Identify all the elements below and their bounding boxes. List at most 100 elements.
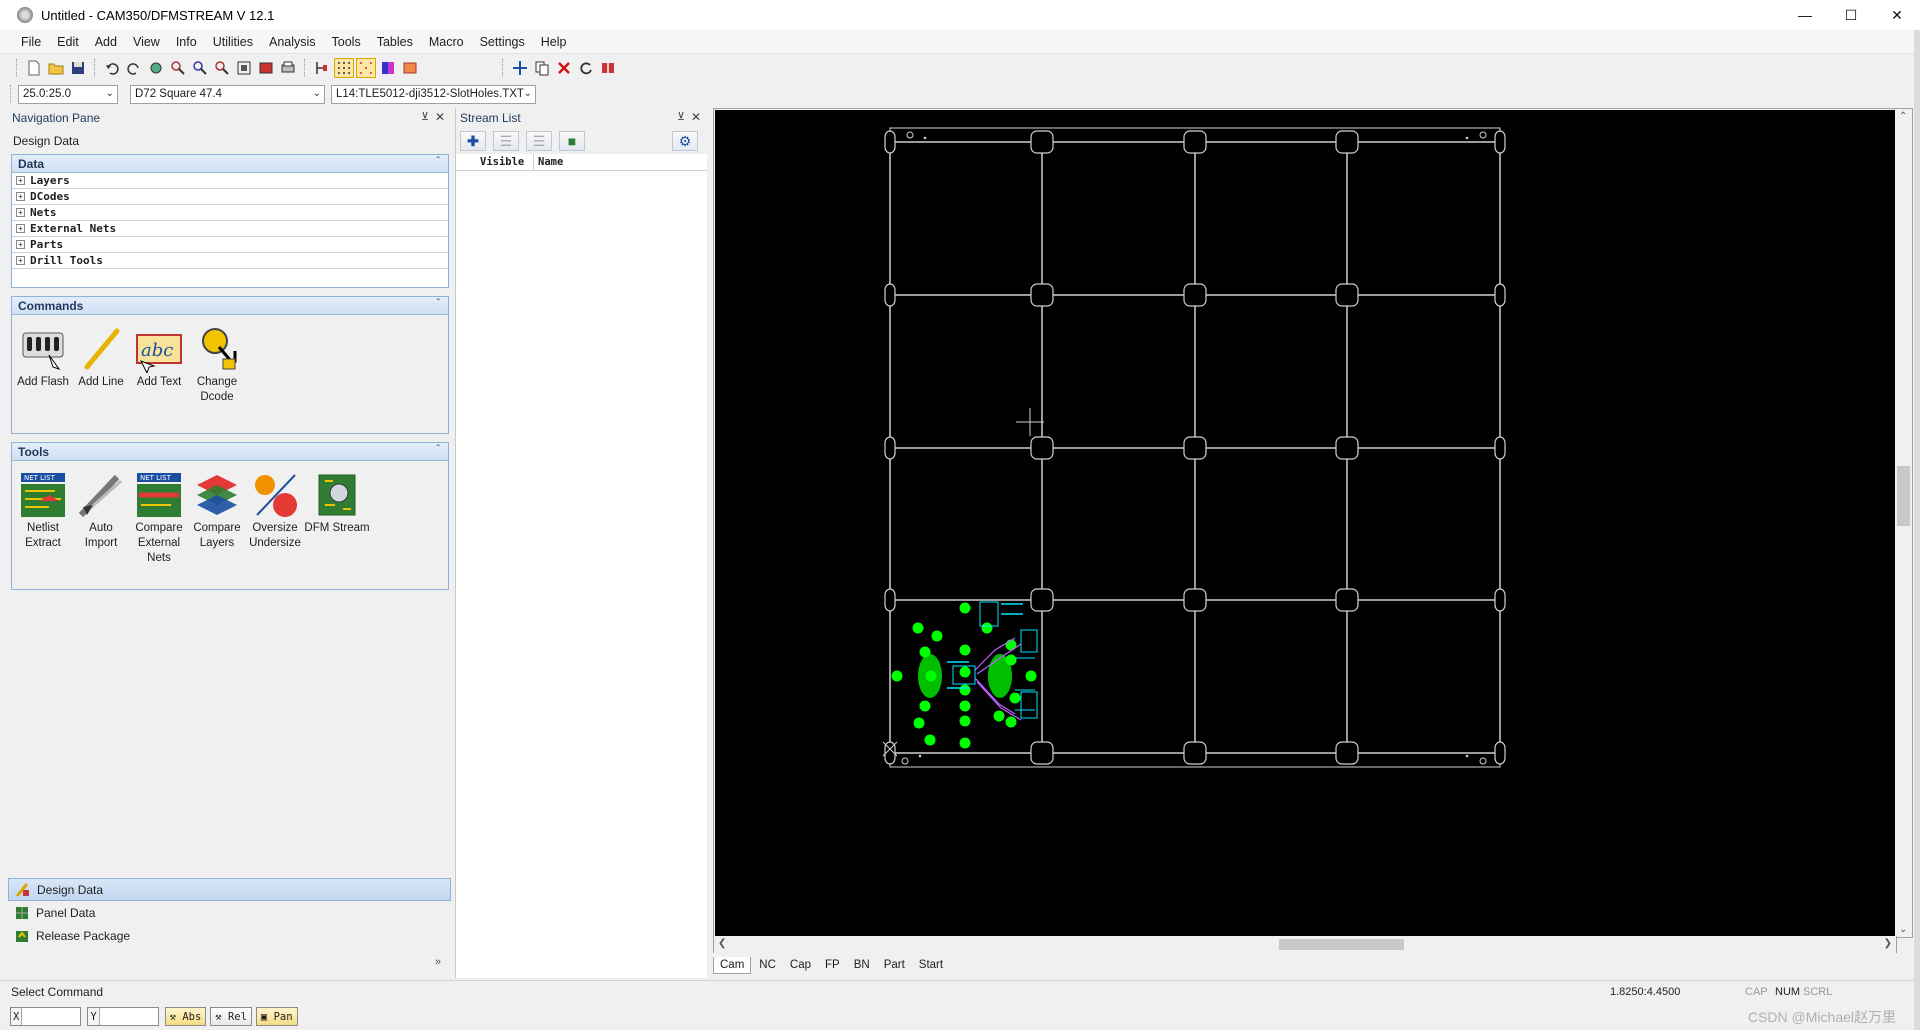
expand-icon[interactable]: + [16, 256, 25, 265]
auto-import-button[interactable]: Auto Import [72, 471, 130, 579]
pcb-drawing[interactable] [715, 110, 1895, 936]
commands-section-header[interactable]: Commands ˆ [12, 297, 448, 315]
menu-tools[interactable]: Tools [332, 35, 361, 49]
expand-icon[interactable]: + [16, 176, 25, 185]
grid-select[interactable]: 25.0:25.0 ⌄ [18, 84, 118, 104]
x-input[interactable] [22, 1008, 81, 1025]
menu-info[interactable]: Info [176, 35, 197, 49]
delete-icon[interactable] [554, 58, 574, 78]
grid-icon[interactable] [334, 58, 354, 78]
tree-item-dcodes[interactable]: + DCodes [12, 189, 448, 205]
zoom-window-icon[interactable] [168, 58, 188, 78]
column-name[interactable]: Name [534, 154, 612, 170]
nav-release-package[interactable]: Release Package [8, 924, 451, 947]
scroll-down-icon[interactable]: ⌄ [1899, 924, 1907, 935]
menu-utilities[interactable]: Utilities [213, 35, 253, 49]
tab-cap[interactable]: Cap [784, 957, 817, 973]
move-icon[interactable] [510, 58, 530, 78]
remove-stream-icon[interactable]: ☰ [493, 131, 519, 151]
print-icon[interactable] [278, 58, 298, 78]
vertical-scrollbar[interactable]: ⌃ ⌄ [1895, 109, 1912, 937]
tab-nc[interactable]: NC [753, 957, 782, 973]
compare-external-nets-button[interactable]: NET LIST Compare External Nets [130, 471, 188, 579]
scroll-right-icon[interactable]: ❯ [1884, 938, 1892, 949]
nav-panel-data[interactable]: Panel Data [8, 901, 451, 924]
collapse-icon[interactable]: ˆ [437, 444, 440, 455]
expand-icon[interactable]: + [16, 192, 25, 201]
expand-chevron-icon[interactable]: » [435, 956, 441, 968]
undo-icon[interactable] [102, 58, 122, 78]
netlist-extract-button[interactable]: NET LIST Netlist Extract [14, 471, 72, 579]
oversize-undersize-button[interactable]: Oversize Undersize [246, 471, 304, 579]
pan-button[interactable]: ▣ Pan [255, 1007, 298, 1026]
menu-settings[interactable]: Settings [480, 35, 525, 49]
menu-tables[interactable]: Tables [377, 35, 413, 49]
menu-help[interactable]: Help [541, 35, 567, 49]
data-section-header[interactable]: Data ˆ [12, 155, 448, 173]
layer-select[interactable]: L14:TLE5012-dji3512-SlotHoles.TXT ⌄ [331, 84, 536, 104]
pin-icon[interactable]: ⊻ [421, 110, 429, 123]
collapse-icon[interactable]: ˆ [437, 156, 440, 167]
zoom-prev-icon[interactable] [256, 58, 276, 78]
menu-edit[interactable]: Edit [57, 35, 79, 49]
maximize-button[interactable]: ☐ [1828, 0, 1874, 30]
change-dcode-button[interactable]: Change Dcode [188, 325, 246, 423]
close-button[interactable]: ✕ [1874, 0, 1920, 30]
nav-design-data[interactable]: Design Data [8, 878, 451, 901]
horizontal-scroll-thumb[interactable] [1279, 939, 1404, 950]
expand-icon[interactable]: + [16, 240, 25, 249]
mirror-icon[interactable] [598, 58, 618, 78]
cam-canvas[interactable] [715, 110, 1895, 936]
dcode-select[interactable]: D72 Square 47.4 ⌄ [130, 84, 325, 104]
tools-section-header[interactable]: Tools ˆ [12, 443, 448, 461]
zoom-all-icon[interactable] [234, 58, 254, 78]
abs-button[interactable]: ⚒ Abs [164, 1007, 207, 1026]
dfm-stream-button[interactable]: DFM Stream [304, 471, 370, 579]
new-file-icon[interactable] [24, 58, 44, 78]
grid-dots-icon[interactable] [356, 58, 376, 78]
menu-macro[interactable]: Macro [429, 35, 464, 49]
tab-part[interactable]: Part [878, 957, 911, 973]
zoom-out-icon[interactable] [212, 58, 232, 78]
menu-file[interactable]: File [21, 35, 41, 49]
expand-icon[interactable]: + [16, 224, 25, 233]
scroll-up-icon[interactable]: ⌃ [1899, 111, 1907, 122]
horizontal-scrollbar[interactable]: ❮ ❯ [713, 936, 1897, 953]
tab-bn[interactable]: BN [848, 957, 876, 973]
tree-item-parts[interactable]: + Parts [12, 237, 448, 253]
menu-add[interactable]: Add [95, 35, 117, 49]
x-coordinate-field[interactable]: X [10, 1007, 82, 1026]
redo-icon[interactable] [124, 58, 144, 78]
layer-swap-icon[interactable] [400, 58, 420, 78]
zoom-in-icon[interactable] [190, 58, 210, 78]
minimize-button[interactable]: — [1782, 0, 1828, 30]
compare-layers-button[interactable]: Compare Layers [188, 471, 246, 579]
close-icon[interactable]: ✕ [691, 110, 701, 124]
tree-item-drill-tools[interactable]: + Drill Tools [12, 253, 448, 269]
copy-icon[interactable] [532, 58, 552, 78]
add-text-button[interactable]: abc Add Text [130, 325, 188, 423]
collapse-icon[interactable]: ˆ [437, 298, 440, 309]
rotate-icon[interactable] [576, 58, 596, 78]
add-stream-icon[interactable]: ✚ [460, 131, 486, 151]
stream-properties-icon[interactable]: ☰ [526, 131, 552, 151]
add-flash-button[interactable]: Add Flash [14, 325, 72, 423]
menu-analysis[interactable]: Analysis [269, 35, 316, 49]
snap-icon[interactable] [312, 58, 332, 78]
vertical-scroll-thumb[interactable] [1897, 466, 1910, 526]
tree-item-external-nets[interactable]: + External Nets [12, 221, 448, 237]
pin-icon[interactable]: ⊻ [677, 110, 685, 123]
export-stream-icon[interactable]: ■ [559, 131, 585, 151]
open-file-icon[interactable] [46, 58, 66, 78]
tab-cam[interactable]: Cam [713, 956, 752, 974]
tree-item-nets[interactable]: + Nets [12, 205, 448, 221]
settings-gear-icon[interactable]: ⚙ [672, 131, 698, 151]
y-input[interactable] [99, 1008, 158, 1025]
save-icon[interactable] [68, 58, 88, 78]
scroll-left-icon[interactable]: ❮ [718, 938, 726, 949]
rel-button[interactable]: ⚒ Rel [210, 1007, 252, 1026]
column-visible[interactable]: Visible [456, 154, 534, 170]
menu-view[interactable]: View [133, 35, 160, 49]
tab-start[interactable]: Start [913, 957, 949, 973]
tree-item-layers[interactable]: + Layers [12, 173, 448, 189]
